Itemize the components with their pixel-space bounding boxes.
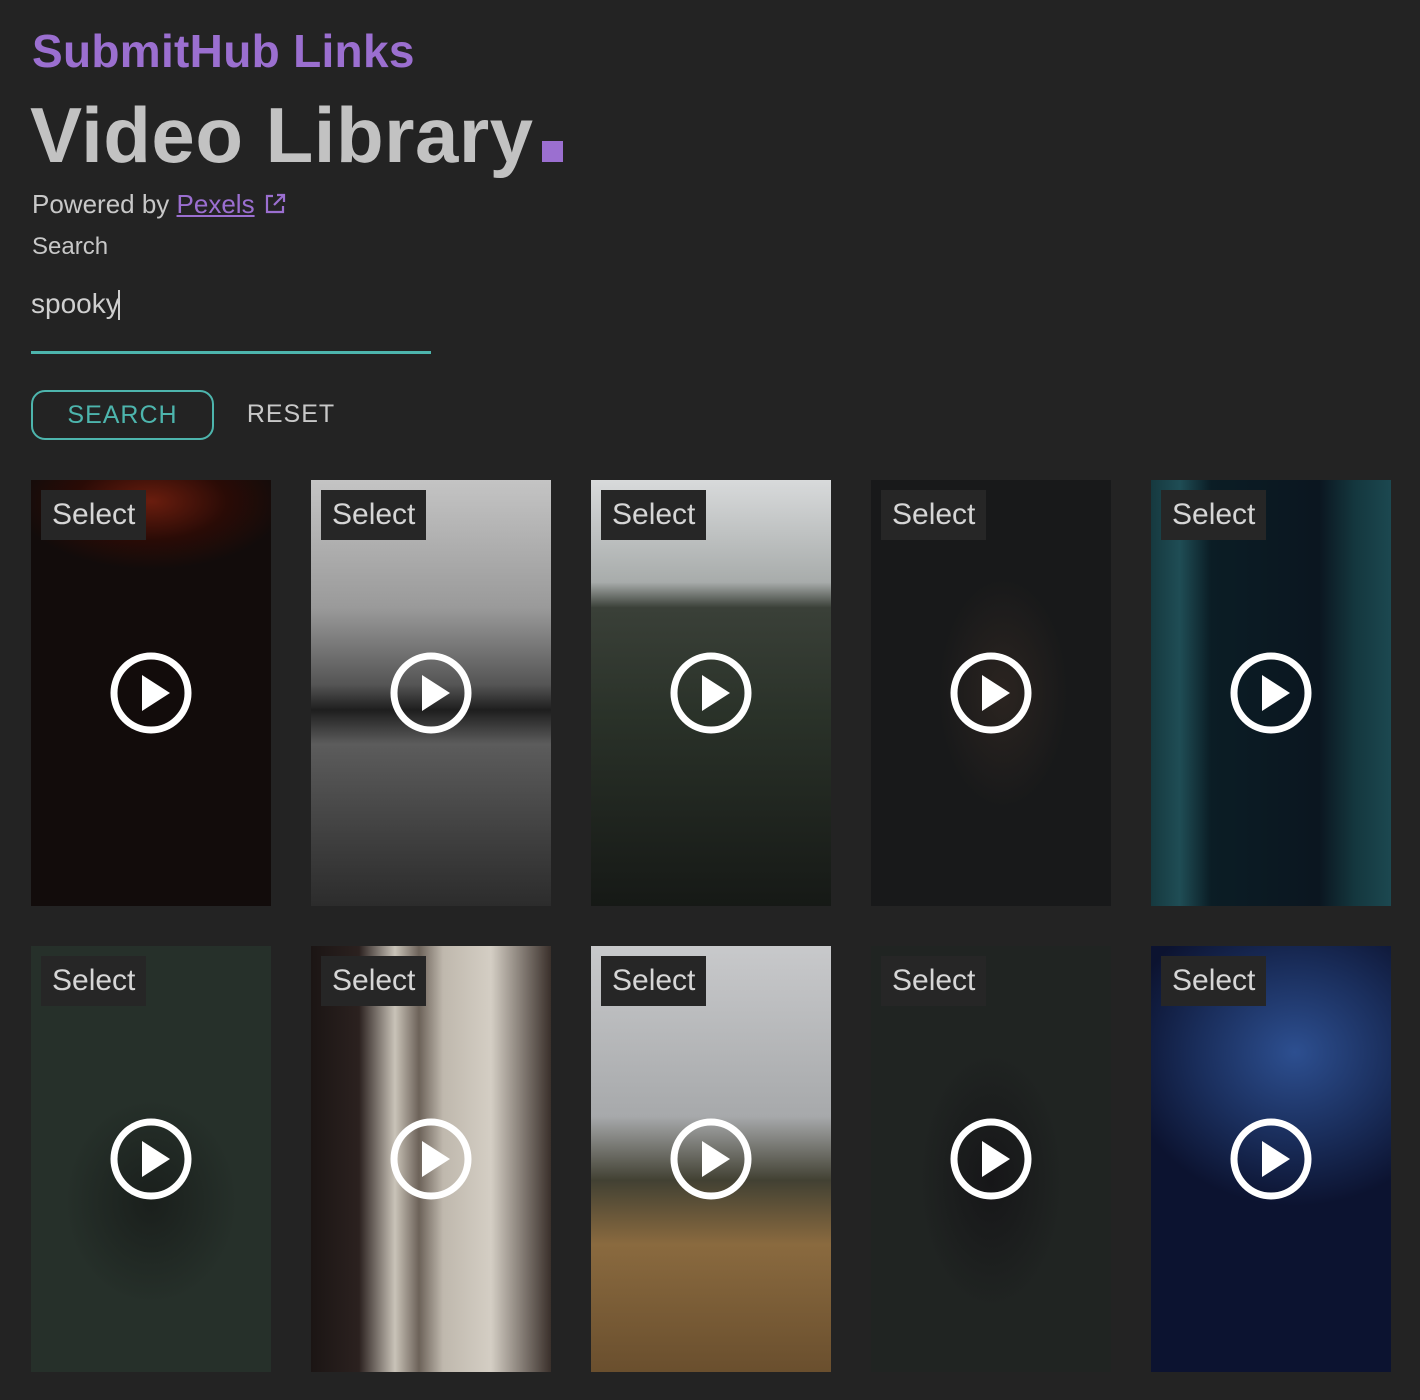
reset-button[interactable]: RESET: [232, 390, 350, 438]
select-button[interactable]: Select: [321, 956, 427, 1006]
video-card[interactable]: Select: [871, 946, 1111, 1372]
video-card[interactable]: Select: [311, 480, 551, 906]
play-icon[interactable]: [949, 651, 1033, 735]
video-grid: Select Select Select Select Select Selec…: [31, 480, 1391, 1372]
select-button[interactable]: Select: [1161, 956, 1267, 1006]
video-card[interactable]: Select: [591, 480, 831, 906]
select-button[interactable]: Select: [601, 490, 707, 540]
search-input[interactable]: [31, 276, 431, 320]
text-caret: [118, 290, 120, 320]
select-button[interactable]: Select: [601, 956, 707, 1006]
play-icon[interactable]: [109, 1117, 193, 1201]
play-icon[interactable]: [109, 651, 193, 735]
select-button[interactable]: Select: [41, 956, 147, 1006]
page-title-text: Video Library: [30, 91, 534, 179]
play-icon[interactable]: [389, 651, 473, 735]
powered-by: Powered by Pexels: [32, 189, 287, 220]
play-icon[interactable]: [389, 1117, 473, 1201]
select-button[interactable]: Select: [321, 490, 427, 540]
video-card[interactable]: Select: [1151, 946, 1391, 1372]
video-card[interactable]: Select: [31, 946, 271, 1372]
video-card[interactable]: Select: [311, 946, 551, 1372]
pexels-link-label: Pexels: [176, 189, 255, 219]
page-title: Video Library: [30, 90, 563, 181]
search-label: Search: [32, 233, 109, 260]
video-card[interactable]: Select: [871, 480, 1111, 906]
select-button[interactable]: Select: [881, 490, 987, 540]
play-icon[interactable]: [1229, 651, 1313, 735]
brand-title: SubmitHub Links: [32, 25, 415, 77]
pexels-link[interactable]: Pexels: [177, 189, 287, 219]
select-button[interactable]: Select: [41, 490, 147, 540]
video-card[interactable]: Select: [31, 480, 271, 906]
play-icon[interactable]: [949, 1117, 1033, 1201]
search-button[interactable]: SEARCH: [31, 390, 214, 440]
select-button[interactable]: Select: [1161, 490, 1267, 540]
video-card[interactable]: Select: [591, 946, 831, 1372]
external-link-icon: [265, 193, 285, 214]
select-button[interactable]: Select: [881, 956, 987, 1006]
search-field[interactable]: [31, 276, 431, 354]
play-icon[interactable]: [669, 1117, 753, 1201]
powered-by-prefix: Powered by: [32, 189, 177, 219]
play-icon[interactable]: [669, 651, 753, 735]
play-icon[interactable]: [1229, 1117, 1313, 1201]
video-card[interactable]: Select: [1151, 480, 1391, 906]
title-accent-dot: [541, 141, 563, 162]
